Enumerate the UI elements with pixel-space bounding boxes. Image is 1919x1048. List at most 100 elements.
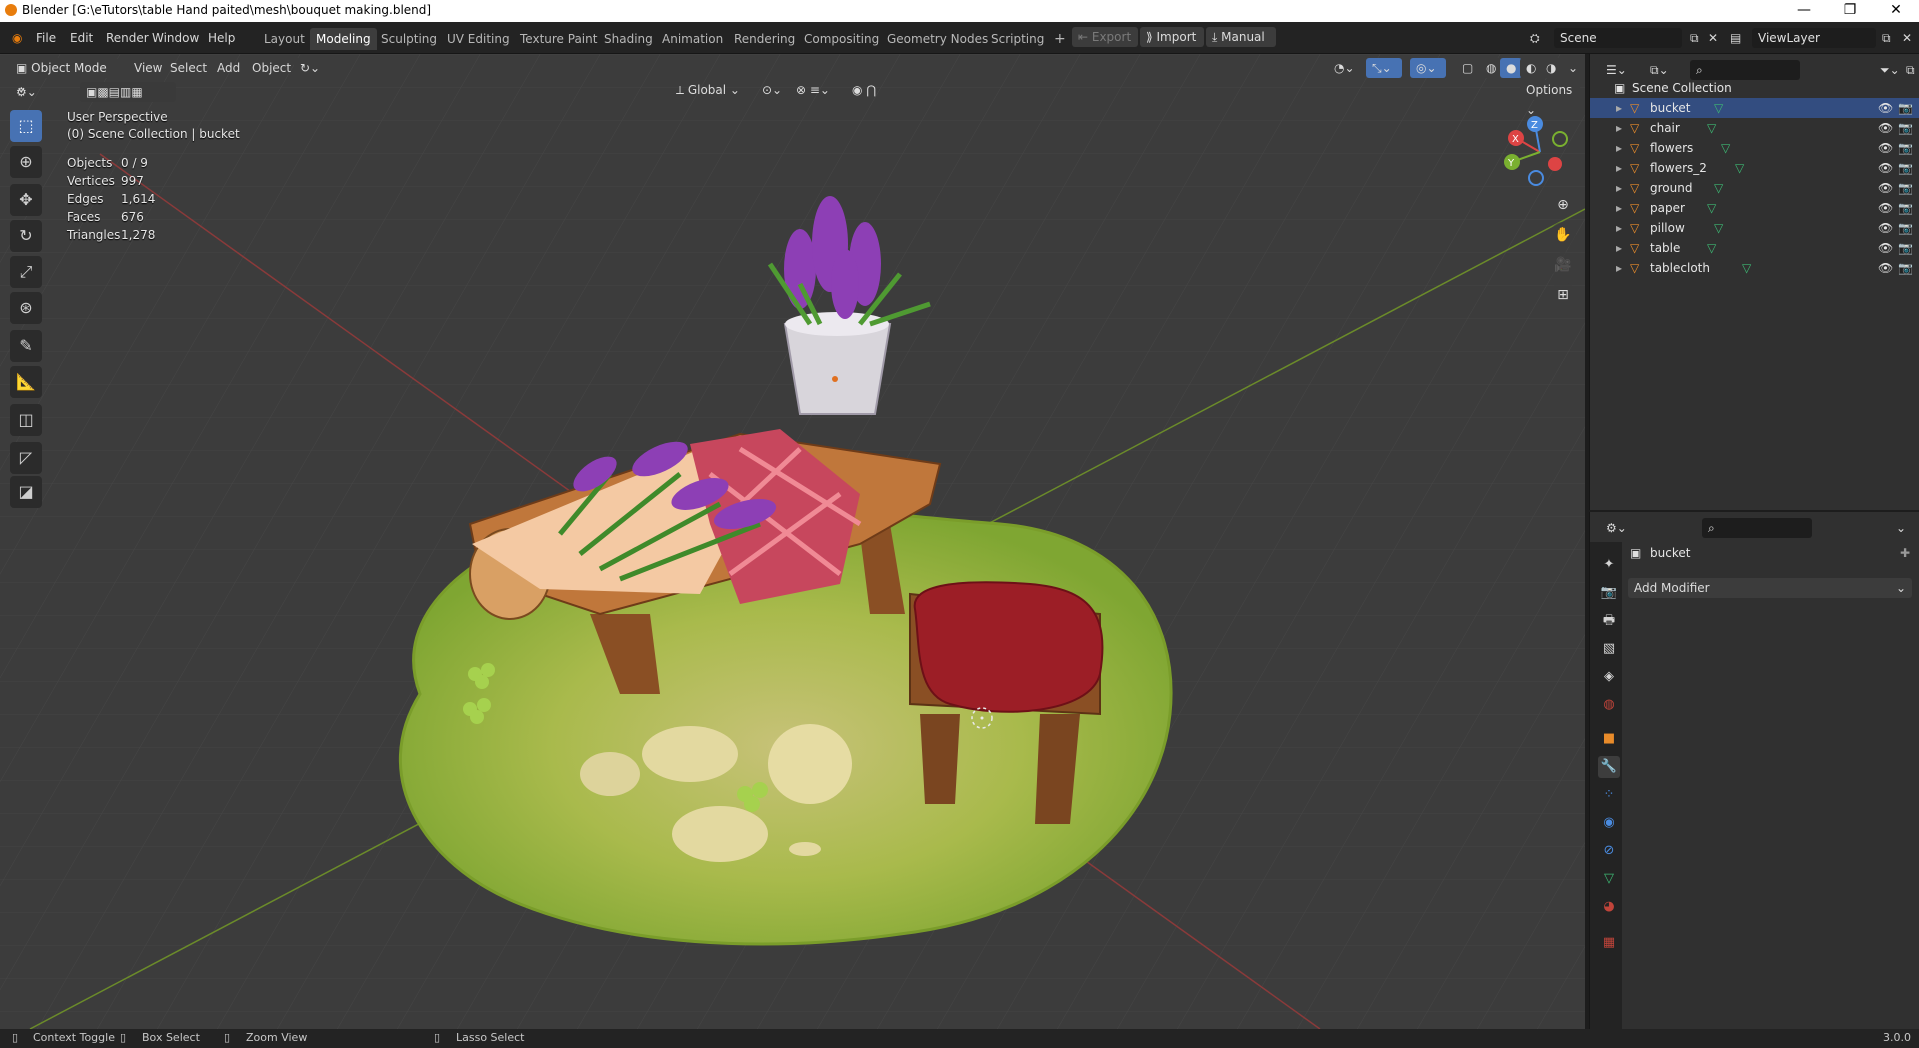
camera-render-icon[interactable]: 📷 — [1898, 258, 1913, 278]
camera-render-icon[interactable]: 📷 — [1898, 198, 1913, 218]
maximize-button[interactable]: ❐ — [1827, 0, 1873, 22]
rotate-tool-icon[interactable]: ↻ — [10, 220, 42, 252]
constraints-tab-icon[interactable]: ⊘ — [1598, 840, 1620, 862]
shear-tool-icon[interactable]: ◸ — [10, 442, 42, 474]
menu-window[interactable]: Window — [146, 28, 205, 48]
expand-arrow-icon[interactable]: ▸ — [1616, 98, 1622, 118]
mode-dropdown[interactable]: ▣ Object Mode ⌄ — [10, 58, 118, 95]
shading-options-chevron-icon[interactable]: ⌄ — [1562, 58, 1580, 78]
tab-sculpting[interactable]: Sculpting — [375, 28, 443, 50]
viewport-menu-select[interactable]: Select — [164, 58, 213, 78]
expand-arrow-icon[interactable]: ▸ — [1616, 178, 1622, 198]
tab-texture-paint[interactable]: Texture Paint — [514, 28, 603, 50]
render-tab-icon[interactable]: 📷 — [1598, 582, 1620, 604]
annotate-tool-icon[interactable]: ✎ — [10, 330, 42, 362]
proportional-editing-icon[interactable]: ◉ ⋂ — [846, 80, 896, 100]
object-tab-icon[interactable]: ■ — [1598, 728, 1620, 750]
world-tab-icon[interactable]: ◍ — [1598, 694, 1620, 716]
menu-file[interactable]: File — [30, 28, 62, 48]
add-modifier-dropdown[interactable]: Add Modifier ⌄ — [1628, 578, 1912, 598]
camera-render-icon[interactable]: 📷 — [1898, 218, 1913, 238]
perspective-toggle-icon[interactable]: ⊞ — [1550, 282, 1576, 308]
eye-icon[interactable]: 👁 — [1878, 98, 1893, 118]
outliner-row[interactable]: ▸ ▽ tablecloth ▽ 👁 📷 — [1590, 258, 1919, 278]
tool-settings-icon[interactable]: ⚙⌄ — [10, 82, 40, 102]
blender-menu-icon[interactable]: ◉ — [6, 28, 28, 48]
expand-arrow-icon[interactable]: ▸ — [1616, 198, 1622, 218]
filter-icon[interactable]: ⏷⌄ — [1874, 60, 1902, 80]
select-box-tool-icon[interactable]: ⬚ — [10, 110, 42, 142]
gizmo-neg-z-axis[interactable] — [1528, 170, 1544, 186]
output-tab-icon[interactable]: 🖶 — [1598, 610, 1620, 632]
viewlayer-copy-icon[interactable]: ⧉ — [1876, 28, 1897, 48]
tab-modeling[interactable]: Modeling — [310, 28, 377, 50]
options-dropdown[interactable]: Options ⌄ — [1520, 80, 1580, 117]
viewport-menu-object[interactable]: Object — [246, 58, 297, 78]
extrude-tool-icon[interactable]: ◪ — [10, 476, 42, 508]
modifier-tab-icon[interactable]: 🔧 — [1598, 756, 1620, 778]
camera-render-icon[interactable]: 📷 — [1898, 178, 1913, 198]
solid-shading-icon[interactable]: ● — [1500, 58, 1522, 78]
expand-arrow-icon[interactable]: ▸ — [1616, 258, 1622, 278]
add-cube-tool-icon[interactable]: ◫ — [10, 404, 42, 436]
close-window-button[interactable]: ✕ — [1873, 0, 1919, 22]
outliner-row[interactable]: ▸ ▽ ground ▽ 👁 📷 — [1590, 178, 1919, 198]
eye-icon[interactable]: 👁 — [1878, 138, 1893, 158]
outliner-row[interactable]: ▸ ▽ table ▽ 👁 📷 — [1590, 238, 1919, 258]
viewlayer-name-field[interactable]: ViewLayer — [1752, 28, 1876, 48]
tab-scripting[interactable]: Scripting — [985, 28, 1050, 50]
physics-tab-icon[interactable]: ◉ — [1598, 812, 1620, 834]
tab-compositing[interactable]: Compositing — [798, 28, 885, 50]
import-button[interactable]: ⟫ Import — [1140, 27, 1204, 47]
outliner-row[interactable]: ▸ ▽ flowers_2 ▽ 👁 📷 — [1590, 158, 1919, 178]
outliner-row[interactable]: ▸ ▽ flowers ▽ 👁 📷 — [1590, 138, 1919, 158]
overlays-icon[interactable]: ◎⌄ — [1410, 58, 1446, 78]
menu-edit[interactable]: Edit — [64, 28, 99, 48]
tool-tab-icon[interactable]: ✦ — [1598, 554, 1620, 576]
transform-orientation-dropdown[interactable]: ⟂ Global ⌄ — [670, 80, 746, 100]
camera-render-icon[interactable]: 📷 — [1898, 158, 1913, 178]
expand-arrow-icon[interactable]: ▸ — [1616, 118, 1622, 138]
outliner-row[interactable]: ▸ ▽ paper ▽ 👁 📷 — [1590, 198, 1919, 218]
viewport-menu-view[interactable]: View — [128, 58, 168, 78]
cursor-tool-icon[interactable]: ⊕ — [10, 146, 42, 178]
eye-icon[interactable]: 👁 — [1878, 178, 1893, 198]
visibility-icon[interactable]: ◔⌄ — [1328, 58, 1364, 78]
export-button[interactable]: ⇤ Export — [1072, 27, 1138, 47]
move-tool-icon[interactable]: ✥ — [10, 184, 42, 216]
eye-icon[interactable]: 👁 — [1878, 118, 1893, 138]
texture-tab-icon[interactable]: ▦ — [1598, 932, 1620, 954]
navigation-gizmo[interactable]: X Z Y — [1500, 112, 1580, 192]
view-layer-tab-icon[interactable]: ▧ — [1598, 638, 1620, 660]
transform-tool-icon[interactable]: ⊛ — [10, 292, 42, 324]
tab-shading[interactable]: Shading — [598, 28, 659, 50]
expand-arrow-icon[interactable]: ▸ — [1616, 138, 1622, 158]
add-workspace-button[interactable]: + — [1048, 28, 1072, 50]
zoom-icon[interactable]: ⊕ — [1550, 192, 1576, 218]
rendered-shading-icon[interactable]: ◑ — [1540, 58, 1562, 78]
viewlayer-remove-icon[interactable]: ✕ — [1896, 28, 1918, 48]
camera-render-icon[interactable]: 📷 — [1898, 138, 1913, 158]
wireframe-shading-icon[interactable]: ◍ — [1480, 58, 1502, 78]
pivot-point-icon[interactable]: ⊙⌄ — [756, 80, 784, 100]
outliner-row-scene-collection[interactable]: ▣ Scene Collection — [1590, 78, 1919, 98]
outliner-row[interactable]: ▸ ▽ bucket ▽ 👁 📷 — [1590, 98, 1919, 118]
menu-help[interactable]: Help — [202, 28, 241, 48]
tab-uv-editing[interactable]: UV Editing — [441, 28, 516, 50]
properties-search-input[interactable]: ⌕ — [1702, 518, 1812, 538]
tab-animation[interactable]: Animation — [656, 28, 729, 50]
3d-viewport[interactable] — [0, 54, 1585, 1029]
pin-icon[interactable]: ✚ — [1900, 546, 1910, 560]
gizmo-neg-y-axis[interactable] — [1552, 131, 1568, 147]
expand-arrow-icon[interactable]: ▸ — [1616, 158, 1622, 178]
scene-tab-icon[interactable]: ◈ — [1598, 666, 1620, 688]
pan-hand-icon[interactable]: ✋ — [1550, 222, 1576, 248]
tab-layout[interactable]: Layout — [258, 28, 311, 50]
material-tab-icon[interactable]: ◕ — [1598, 896, 1620, 918]
camera-icon[interactable]: 🎥 — [1550, 252, 1576, 278]
measure-tool-icon[interactable]: 📐 — [10, 366, 42, 398]
eye-icon[interactable]: 👁 — [1878, 198, 1893, 218]
snapping-icon[interactable]: ⊗ ≡⌄ — [790, 80, 842, 100]
viewport-menu-add[interactable]: Add — [211, 58, 246, 78]
camera-render-icon[interactable]: 📷 — [1898, 238, 1913, 258]
